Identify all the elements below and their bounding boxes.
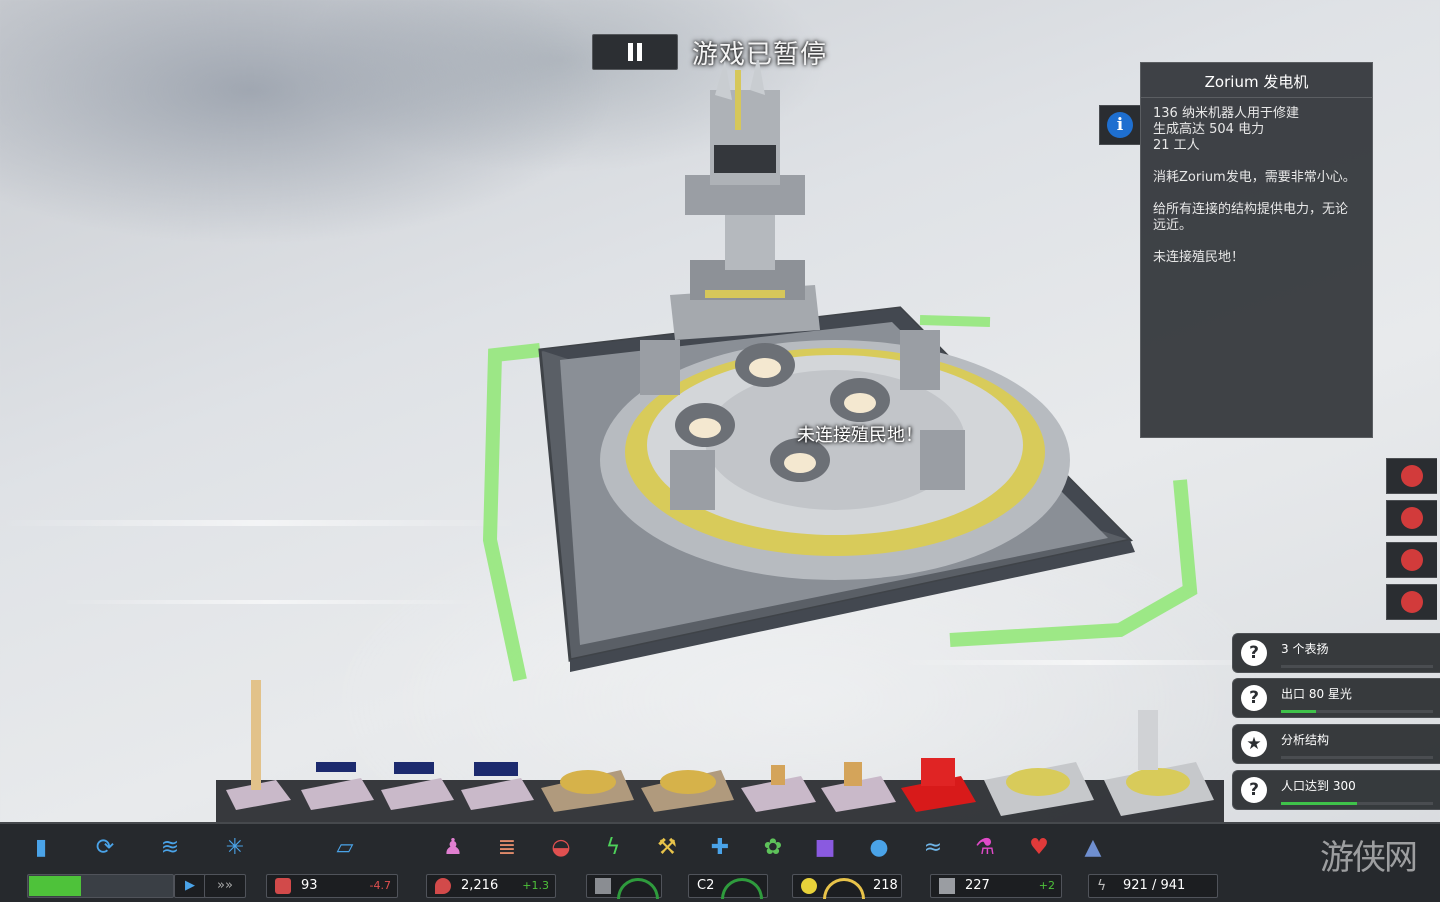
question-icon: ?: [1241, 685, 1267, 711]
farm-icon[interactable]: ✿: [758, 832, 788, 862]
smiley-icon: [801, 878, 817, 894]
network-icon[interactable]: ✳: [220, 832, 250, 862]
play-button[interactable]: ▶: [174, 874, 206, 898]
flood-alert-icon: [1401, 549, 1423, 571]
air-icon[interactable]: ≈: [918, 832, 948, 862]
resource-row: ▶ »» 93 -4.7 2,216 +1.3 C2 218 227 +2 ϟ …: [0, 870, 1440, 902]
objective-item[interactable]: ? 3 个表扬: [1232, 633, 1440, 673]
info-icon: i: [1107, 112, 1133, 138]
objective-progress: [1281, 665, 1433, 668]
gift-icon: [1401, 507, 1423, 529]
build-item-solar-2[interactable]: [381, 762, 454, 810]
people-icon[interactable]: ♟: [438, 832, 468, 862]
building-overlay-label: 未连接殖民地！: [797, 425, 923, 446]
co2-gauge: [721, 878, 763, 899]
happiness-value: 218: [873, 878, 898, 893]
power-value: 921 / 941: [1123, 878, 1186, 893]
science-icon[interactable]: ⚗: [970, 832, 1000, 862]
cycle-icon[interactable]: ⟳: [90, 832, 120, 862]
food-delta: -4.7: [369, 879, 391, 892]
build-item-plant-2[interactable]: [821, 762, 896, 812]
category-row: ▮ ⟳ ≋ ✳ ▱ ♟ ≣ ◒ ϟ ⚒ ✚ ✿ ■ ● ≈ ⚗ ♥ ▲: [0, 824, 1440, 870]
layers-icon[interactable]: ≋: [155, 832, 185, 862]
food-icon[interactable]: ◒: [546, 832, 576, 862]
co2-meter[interactable]: C2: [688, 874, 768, 899]
objective-progress: [1281, 710, 1433, 713]
skull-alert-icon: [1401, 465, 1423, 487]
power-icon[interactable]: ϟ: [598, 832, 628, 862]
objective-progress: [1281, 756, 1433, 759]
co2-label: C2: [697, 878, 715, 893]
objective-item[interactable]: ? 人口达到 300: [1232, 770, 1440, 810]
side-button-flood[interactable]: [1386, 542, 1437, 578]
power-bolt-icon: ϟ: [1097, 878, 1107, 894]
build-item-generator-2[interactable]: [641, 770, 734, 812]
objective-label: 3 个表扬: [1281, 642, 1329, 656]
power-resource[interactable]: ϟ 921 / 941: [1088, 874, 1218, 898]
info-panel-title: Zorium 发电机: [1141, 63, 1372, 98]
building-info-panel: Zorium 发电机 136 纳米机器人用于修建 生成高达 504 电力 21 …: [1140, 62, 1373, 438]
info-cost-line: 136 纳米机器人用于修建: [1153, 106, 1299, 121]
health-icon[interactable]: ✚: [705, 832, 735, 862]
food-value: 93: [301, 878, 318, 893]
workers-value: 227: [965, 878, 990, 893]
pollution-gauge: [617, 878, 659, 899]
objective-label: 分析结构: [1281, 733, 1330, 747]
zorium-generator-building[interactable]: [480, 60, 1220, 700]
food-resource-icon: [275, 878, 291, 894]
fast-forward-button[interactable]: »»: [204, 874, 246, 898]
info-power-line: 生成高达 504 电力: [1153, 122, 1265, 137]
info-description-2: 给所有连接的结构提供电力，无论远近。: [1153, 202, 1349, 233]
question-icon: ?: [1241, 777, 1267, 803]
build-item-zorium-generator[interactable]: [1104, 710, 1214, 816]
water-resource[interactable]: 2,216 +1.3: [426, 874, 556, 898]
info-button[interactable]: i: [1099, 105, 1141, 145]
happiness-meter[interactable]: 218: [792, 874, 902, 899]
housing-icon[interactable]: ≣: [492, 832, 522, 862]
heart-icon[interactable]: ♥: [1024, 832, 1054, 862]
build-thumbnails: [226, 680, 1214, 816]
build-item-solar-1[interactable]: [301, 762, 374, 810]
build-item-solar-3[interactable]: [461, 762, 534, 810]
monument-icon[interactable]: ▲: [1078, 832, 1108, 862]
question-icon: ?: [1241, 640, 1267, 666]
water-icon[interactable]: ●: [864, 832, 894, 862]
info-workers-line: 21 工人: [1153, 138, 1200, 153]
objective-item[interactable]: ★ 分析结构: [1232, 724, 1440, 764]
bridge-icon[interactable]: ▱: [330, 832, 360, 862]
info-warning: 未连接殖民地！: [1153, 250, 1245, 265]
build-item-locked[interactable]: [901, 758, 976, 812]
workers-resource[interactable]: 227 +2: [930, 874, 1062, 898]
build-item-generator-3[interactable]: [984, 762, 1094, 816]
food-resource[interactable]: 93 -4.7: [266, 874, 398, 898]
bottom-toolbar: ▮ ⟳ ≋ ✳ ▱ ♟ ≣ ◒ ϟ ⚒ ✚ ✿ ■ ● ≈ ⚗ ♥ ▲ ▶ »»…: [0, 822, 1440, 902]
pollution-meter[interactable]: [586, 874, 662, 899]
cube-icon[interactable]: ■: [810, 832, 840, 862]
objective-progress: [1281, 802, 1433, 805]
pollution-icon: [595, 878, 611, 894]
build-item-wind-turbine[interactable]: [226, 680, 291, 810]
apple-alert-icon: [1401, 591, 1423, 613]
water-value: 2,216: [461, 878, 499, 893]
industry-icon[interactable]: ⚒: [652, 832, 682, 862]
star-icon: ★: [1241, 731, 1267, 757]
watermark-logo: 游侠网: [1320, 838, 1418, 878]
side-button-gift[interactable]: [1386, 500, 1437, 536]
info-description: 消耗Zorium发电，需要非常小心。: [1153, 170, 1356, 185]
objective-label: 出口 80 星光: [1281, 687, 1352, 701]
worker-icon: [939, 878, 955, 894]
objective-label: 人口达到 300: [1281, 779, 1356, 793]
happiness-gauge: [823, 878, 865, 899]
stats-icon[interactable]: ▮: [26, 832, 56, 862]
workers-delta: +2: [1038, 879, 1055, 892]
water-drop-icon: [435, 878, 451, 894]
side-button-skull[interactable]: [1386, 458, 1437, 494]
objective-item[interactable]: ? 出口 80 星光: [1232, 678, 1440, 718]
build-item-plant-1[interactable]: [741, 765, 816, 812]
build-item-generator-1[interactable]: [541, 770, 634, 812]
water-delta: +1.3: [522, 879, 549, 892]
time-progress-bar: [27, 874, 174, 898]
side-button-apple[interactable]: [1386, 584, 1437, 620]
